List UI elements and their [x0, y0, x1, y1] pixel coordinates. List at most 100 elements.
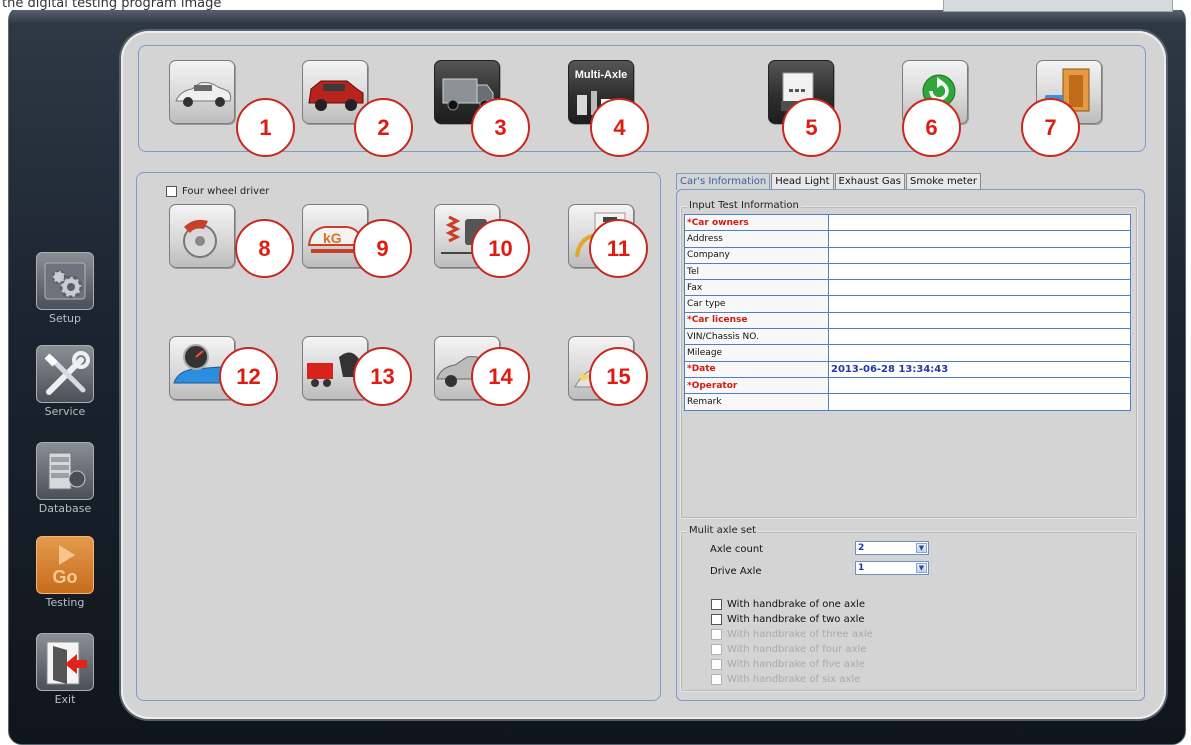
brake-disc-icon — [183, 219, 217, 258]
svg-text:kG: kG — [323, 230, 342, 246]
info-row-input[interactable] — [828, 295, 1131, 313]
info-row: *Operator — [684, 376, 1131, 395]
callout-badge: 13 — [353, 347, 412, 406]
checkbox-box — [711, 658, 722, 670]
sidebar-item-exit[interactable]: Exit — [35, 633, 95, 706]
callout-badge: 12 — [219, 347, 278, 406]
info-row: Car type — [684, 295, 1131, 313]
sidebar-item-database[interactable]: Database — [35, 442, 95, 515]
axle-count-label: Axle count — [710, 544, 764, 555]
info-row-input[interactable] — [828, 376, 1131, 395]
handbrake-label: With handbrake of five axle — [727, 658, 865, 670]
info-row-label: Fax — [684, 279, 829, 297]
callout-badge: 1 — [236, 98, 295, 157]
info-row-input[interactable] — [828, 262, 1131, 281]
callout-badge: 7 — [1021, 98, 1080, 157]
chevron-down-icon[interactable]: ▼ — [916, 543, 927, 553]
group-title: Mulit axle set — [687, 525, 759, 536]
callout-badge: 3 — [471, 98, 530, 157]
callout-badge: 4 — [590, 98, 649, 157]
chevron-down-icon[interactable]: ▼ — [916, 563, 927, 573]
callout-badge: 10 — [471, 219, 530, 278]
drive-axle-label: Drive Axle — [710, 566, 762, 577]
info-row-label: *Operator — [684, 376, 829, 395]
handbrake-checkbox: With handbrake of five axle — [711, 657, 865, 671]
info-row-input[interactable] — [828, 344, 1131, 362]
handbrake-checkbox[interactable]: With handbrake of two axle — [711, 612, 865, 626]
info-row-label: *Car owners — [684, 213, 829, 232]
info-row: *Car license — [684, 311, 1131, 330]
callout-badge: 15 — [589, 347, 648, 406]
checkbox-box[interactable] — [711, 598, 722, 610]
handbrake-checkbox: With handbrake of four axle — [711, 642, 866, 656]
info-row: Address — [684, 230, 1131, 248]
go-icon-text: Go — [52, 567, 78, 587]
handbrake-label: With handbrake of two axle — [727, 613, 865, 625]
sidebar-item-label: Exit — [54, 693, 76, 706]
info-row: VIN/Chassis NO. — [684, 328, 1131, 346]
axle-count-select[interactable]: 2 ▼ — [855, 541, 929, 555]
sidebar-item-label: Database — [38, 502, 92, 515]
info-row-label: Company — [684, 246, 829, 264]
checkbox-box — [711, 643, 722, 655]
database-icon — [36, 442, 94, 500]
four-wheel-driver-label: Four wheel driver — [182, 186, 270, 197]
info-row-input[interactable] — [828, 328, 1131, 346]
four-wheel-driver-checkbox[interactable]: Four wheel driver — [166, 186, 269, 197]
tab-head-light[interactable]: Head Light — [771, 173, 834, 189]
tab-exhaust-gas[interactable]: Exhaust Gas — [834, 173, 905, 189]
info-row-input[interactable]: 2013-06-28 13:34:43 — [828, 360, 1131, 378]
checkbox-box[interactable] — [166, 186, 177, 197]
callout-badge: 11 — [589, 219, 648, 278]
info-row-input[interactable] — [828, 213, 1131, 232]
sidebar-item-label: Testing — [45, 596, 85, 609]
handbrake-label: With handbrake of three axle — [727, 628, 873, 640]
gear-icon — [36, 252, 94, 310]
handbrake-checkbox: With handbrake of three axle — [711, 627, 873, 641]
info-tabs: Car's Information Head Light Exhaust Gas… — [676, 173, 982, 190]
checkbox-box[interactable] — [711, 613, 722, 625]
info-row: Remark — [684, 393, 1131, 411]
handbrake-checkbox[interactable]: With handbrake of one axle — [711, 597, 865, 611]
callout-badge: 14 — [471, 347, 530, 406]
checkbox-box — [711, 673, 722, 685]
info-row: Tel — [684, 262, 1131, 281]
info-row-input[interactable] — [828, 279, 1131, 297]
info-row: Mileage — [684, 344, 1131, 362]
tools-icon — [36, 345, 94, 403]
info-row-label: Address — [684, 230, 829, 248]
info-row-label: *Date — [684, 360, 829, 378]
group-title: Input Test Information — [687, 200, 801, 211]
info-row: *Car owners — [684, 213, 1131, 232]
top-caption: the digital testing program image — [2, 0, 222, 10]
axle-count-value: 2 — [858, 543, 865, 553]
info-row-label: VIN/Chassis NO. — [684, 328, 829, 346]
tab-cars-information[interactable]: Car's Information — [676, 173, 771, 190]
callout-badge: 9 — [353, 219, 412, 278]
info-row-label: *Car license — [684, 311, 829, 330]
info-row-label: Mileage — [684, 344, 829, 362]
sidebar-item-setup[interactable]: Setup — [35, 252, 95, 325]
drive-axle-select[interactable]: 1 ▼ — [855, 561, 929, 575]
info-row: Fax — [684, 279, 1131, 297]
brake-test-button[interactable] — [169, 204, 235, 268]
info-row-input[interactable] — [828, 230, 1131, 248]
sidebar-item-service[interactable]: Service — [35, 345, 95, 418]
sidebar-item-label: Setup — [48, 312, 82, 325]
handbrake-checkbox: With handbrake of six axle — [711, 672, 860, 686]
test-information-table: *Car owners Address Company Tel Fax Car type *… — [684, 213, 1131, 411]
info-row-input[interactable] — [828, 393, 1131, 411]
sidebar-item-label: Service — [44, 405, 86, 418]
info-row-label: Tel — [684, 262, 829, 281]
sidebar-item-testing[interactable]: Go Testing — [35, 536, 95, 609]
sedan-button[interactable] — [169, 60, 235, 124]
info-row-input[interactable] — [828, 311, 1131, 330]
info-row: *Date 2013-06-28 13:34:43 — [684, 360, 1131, 378]
top-right-tab-patch — [943, 0, 1173, 12]
drive-axle-value: 1 — [858, 563, 865, 573]
callout-badge: 8 — [235, 219, 294, 278]
info-row-input[interactable] — [828, 246, 1131, 264]
tab-smoke-meter[interactable]: Smoke meter — [905, 173, 982, 189]
callout-badge: 2 — [354, 98, 413, 157]
handbrake-label: With handbrake of six axle — [727, 673, 861, 685]
